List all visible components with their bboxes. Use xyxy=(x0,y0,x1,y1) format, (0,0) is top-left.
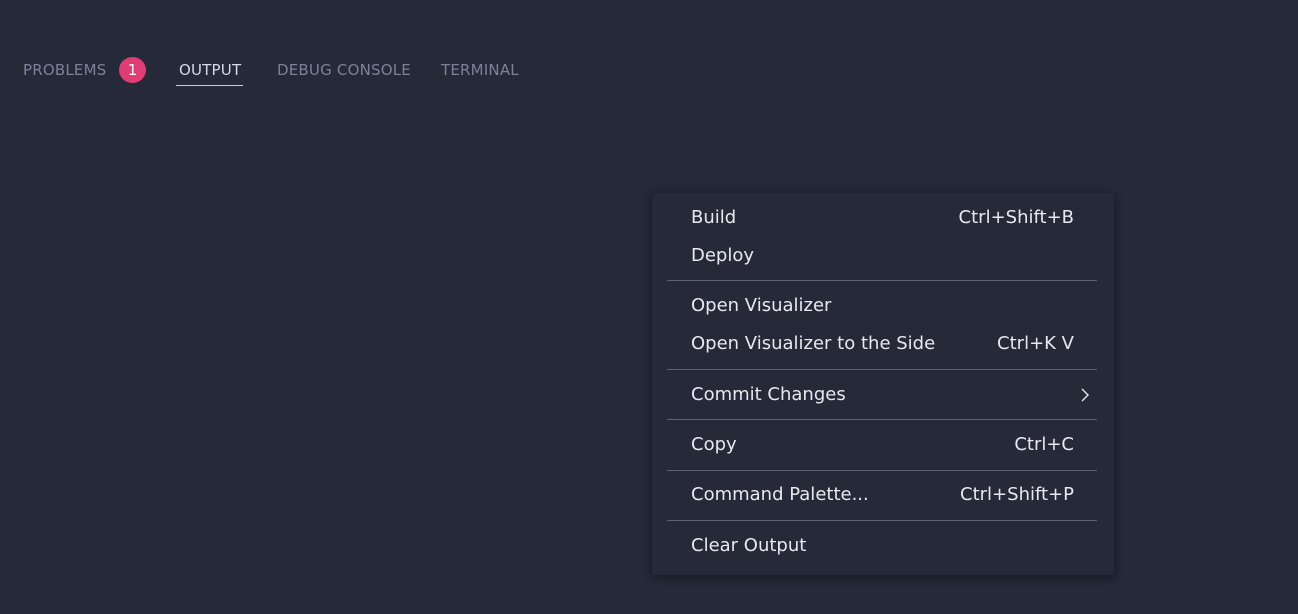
menu-item-label: Copy xyxy=(691,434,737,455)
menu-separator xyxy=(667,520,1097,521)
chevron-right-icon xyxy=(1081,388,1089,402)
tab-debug-console-label: DEBUG CONSOLE xyxy=(277,61,411,79)
menu-item-copy[interactable]: Copy Ctrl+C xyxy=(667,427,1097,463)
tab-output[interactable]: OUTPUT xyxy=(175,58,244,86)
tab-terminal[interactable]: TERMINAL xyxy=(441,58,519,86)
menu-item-label: Open Visualizer to the Side xyxy=(691,333,936,354)
menu-item-label: Build xyxy=(691,207,737,228)
menu-item-shortcut: Ctrl+Shift+B xyxy=(958,207,1074,228)
menu-item-shortcut: Ctrl+K V xyxy=(997,333,1074,354)
output-panel: PROBLEMS 1 OUTPUT DEBUG CONSOLE TERMINAL… xyxy=(0,0,1298,614)
problems-count-badge: 1 xyxy=(119,57,146,83)
menu-item-deploy[interactable]: Deploy xyxy=(667,238,1097,274)
menu-separator xyxy=(667,470,1097,471)
menu-separator xyxy=(667,419,1097,420)
menu-separator xyxy=(667,369,1097,370)
tab-problems-label: PROBLEMS xyxy=(23,61,107,79)
menu-separator xyxy=(667,280,1097,281)
panel-tab-bar: PROBLEMS 1 OUTPUT DEBUG CONSOLE TERMINAL xyxy=(0,0,1298,100)
tab-output-label: OUTPUT xyxy=(179,61,242,79)
menu-item-label: Deploy xyxy=(691,245,755,266)
tab-terminal-label: TERMINAL xyxy=(441,61,519,79)
menu-item-build[interactable]: Build Ctrl+Shift+B xyxy=(667,200,1097,236)
menu-item-shortcut: Ctrl+C xyxy=(1014,434,1074,455)
context-menu: Build Ctrl+Shift+B Deploy Open Visualize… xyxy=(652,193,1114,575)
menu-item-clear-output[interactable]: Clear Output xyxy=(667,528,1097,564)
menu-item-command-palette[interactable]: Command Palette... Ctrl+Shift+P xyxy=(667,477,1097,513)
tab-problems[interactable]: PROBLEMS xyxy=(23,58,106,86)
menu-item-open-visualizer-side[interactable]: Open Visualizer to the Side Ctrl+K V xyxy=(667,326,1097,362)
menu-item-shortcut: Ctrl+Shift+P xyxy=(960,484,1074,505)
menu-item-label: Commit Changes xyxy=(691,384,846,405)
menu-item-label: Open Visualizer xyxy=(691,295,832,316)
menu-item-open-visualizer[interactable]: Open Visualizer xyxy=(667,288,1097,324)
menu-item-label: Command Palette... xyxy=(691,484,869,505)
menu-item-label: Clear Output xyxy=(691,535,807,556)
menu-item-commit-changes[interactable]: Commit Changes xyxy=(667,377,1097,413)
tab-debug-console[interactable]: DEBUG CONSOLE xyxy=(277,58,411,86)
